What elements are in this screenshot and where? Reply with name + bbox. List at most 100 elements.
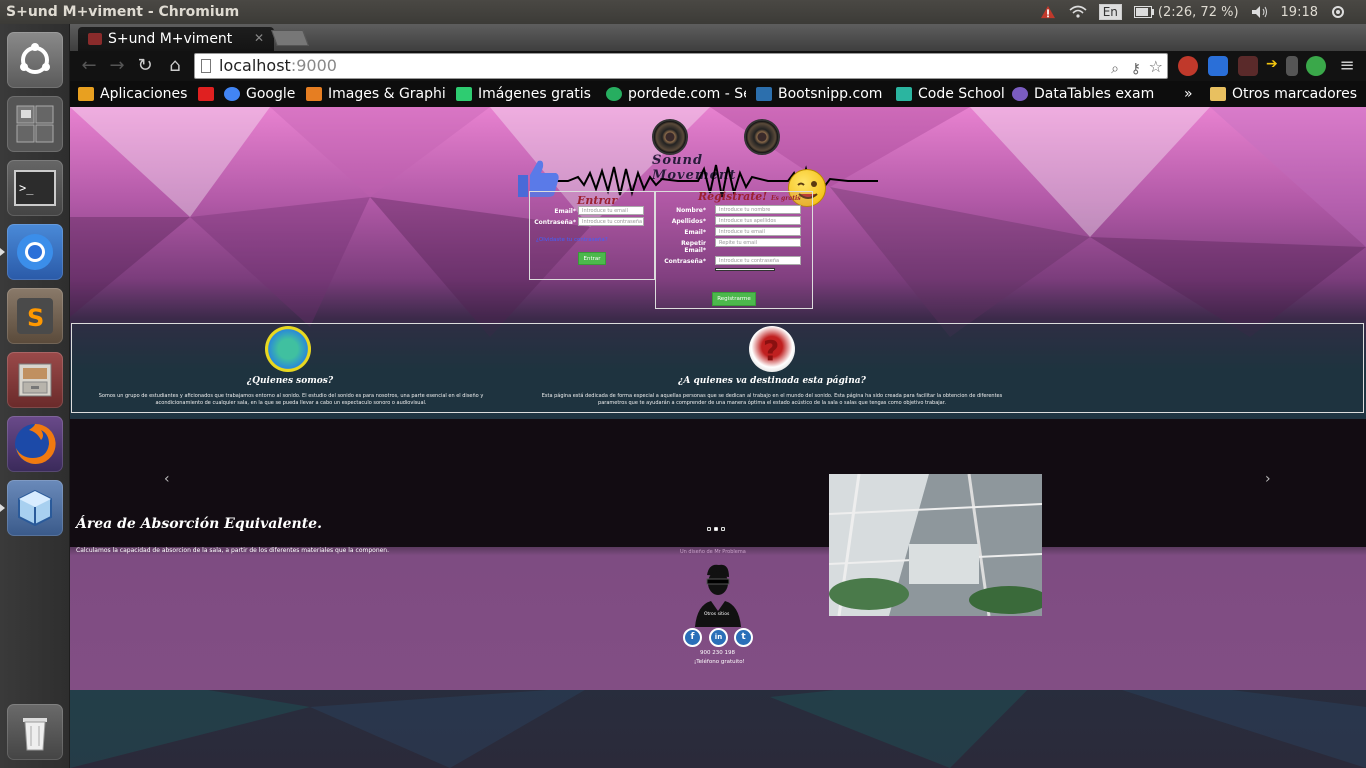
phone-number: 900 230 198: [700, 650, 735, 656]
os-top-panel: S+und M+viment - Chromium En (2:26, 72 %…: [0, 0, 1366, 24]
trash-launcher[interactable]: [7, 704, 63, 760]
register-surname-label: Apellidos*: [671, 218, 706, 225]
keyboard-layout-indicator[interactable]: En: [1098, 4, 1122, 20]
ubuntu-dash-button[interactable]: [7, 32, 63, 88]
clock[interactable]: 19:18: [1281, 5, 1318, 20]
window-extension-icon[interactable]: [1208, 56, 1228, 76]
register-email-label: Email*: [684, 229, 706, 236]
register-name-input[interactable]: Introduce tu nombre: [715, 205, 801, 214]
arrow-extension-icon[interactable]: ➔: [1266, 56, 1286, 76]
register-name-label: Nombre*: [676, 207, 706, 214]
workspace-switcher-button[interactable]: [7, 96, 63, 152]
register-repeat-email-input[interactable]: Repite tu email: [715, 238, 801, 247]
bookmark-youtube[interactable]: [198, 85, 216, 103]
speaker-icon: [744, 119, 780, 155]
reload-icon[interactable]: ↻: [134, 55, 156, 77]
login-password-input[interactable]: Introduce tu contraseña: [578, 217, 644, 226]
battery-indicator[interactable]: (2:26, 72 %): [1133, 5, 1239, 20]
linkedin-icon[interactable]: in: [709, 628, 728, 647]
terminal-icon: >_: [14, 170, 56, 206]
power-gear-icon[interactable]: [1330, 4, 1346, 20]
carousel-dot[interactable]: [721, 527, 725, 531]
new-tab-button[interactable]: [271, 30, 309, 46]
folder-icon: [1210, 87, 1226, 101]
warning-icon[interactable]: [1039, 5, 1057, 19]
terminal-launcher[interactable]: >_: [7, 160, 63, 216]
about-text-line-2: acondicionamiento de cualquier sala, en …: [155, 400, 427, 406]
forgot-password-link[interactable]: ¿Olvidaste tu contraseña?: [536, 237, 608, 243]
login-password-label: Contraseña*: [534, 219, 576, 226]
address-bar[interactable]: localhost:9000 ⌕ ⚷ ☆: [194, 53, 1168, 79]
battery-icon: [1133, 6, 1154, 18]
carousel-dot[interactable]: [707, 527, 711, 531]
system-indicators: En (2:26, 72 %) 19:18: [1039, 0, 1366, 24]
register-password-input[interactable]: Introduce tu contraseña: [715, 256, 801, 265]
author-avatar-icon[interactable]: [693, 561, 743, 627]
slide-image: [829, 474, 1042, 616]
menu-icon[interactable]: ≡: [1336, 55, 1358, 77]
virtualbox-launcher[interactable]: [0, 480, 63, 536]
svg-text:?: ?: [763, 334, 779, 367]
twitter-icon[interactable]: t: [734, 628, 753, 647]
browser-toolbar: ← → ↻ ⌂ localhost:9000 ⌕ ⚷ ☆ ➔ ≡: [70, 51, 1366, 81]
music-extension-icon[interactable]: [1238, 56, 1258, 76]
facebook-icon[interactable]: f: [683, 628, 702, 647]
bookmark-images-graphics[interactable]: Images & Graphic: [306, 85, 446, 103]
register-submit-button[interactable]: Registrarme: [712, 292, 756, 306]
firefox-icon: [15, 423, 56, 464]
key-icon[interactable]: ⚷: [1131, 57, 1141, 81]
login-submit-button[interactable]: Entrar: [578, 252, 606, 265]
bookmark-google[interactable]: Google: [224, 85, 296, 103]
url-port: :9000: [290, 56, 337, 75]
volume-icon[interactable]: [1251, 5, 1269, 19]
bookmark-bootsnipp[interactable]: Bootsnipp.com: [756, 85, 886, 103]
globe-extension-icon[interactable]: [1306, 56, 1326, 76]
bookmark-label: Imágenes gratis -: [478, 86, 592, 102]
bookmark-code-school[interactable]: Code School: [896, 85, 1008, 103]
bookmark-star-icon[interactable]: ☆: [1149, 55, 1163, 79]
login-form: Entrar Email* Introduce tu email Contras…: [529, 191, 655, 280]
bookmarks-overflow-chevron[interactable]: »: [1184, 85, 1198, 103]
bookmark-imagenes-gratis[interactable]: Imágenes gratis -: [456, 85, 592, 103]
bookmark-datatables[interactable]: DataTables exam: [1012, 85, 1154, 103]
register-repeat-email-label-2: Email*: [684, 247, 706, 254]
trash-icon: [23, 718, 47, 751]
register-email-input[interactable]: Introduce tu email: [715, 227, 801, 236]
pixabay-icon: [456, 87, 472, 101]
back-arrow-icon[interactable]: ←: [78, 55, 100, 77]
sublime-text-launcher[interactable]: S: [7, 288, 63, 344]
carousel-prev-button[interactable]: ‹: [164, 471, 170, 487]
carousel-next-button[interactable]: ›: [1265, 471, 1271, 487]
audience-text-line-1: Esta página está dedicada de forma espec…: [541, 393, 1003, 399]
code-brackets-icon: [896, 87, 912, 101]
tab-active[interactable]: S+und M+viment ✕: [78, 27, 274, 51]
search-icon[interactable]: ⌕: [1111, 57, 1119, 81]
youtube-icon: [198, 87, 214, 101]
bookmark-label: pordede.com - Se: [628, 86, 746, 102]
register-surname-input[interactable]: Introduce tus apellidos: [715, 216, 801, 225]
other-bookmarks-folder[interactable]: Otros marcadores: [1210, 85, 1366, 103]
chromium-icon: [17, 234, 53, 270]
wifi-icon[interactable]: [1069, 5, 1087, 19]
adblock-extension-icon[interactable]: [1178, 56, 1198, 76]
tab-close-icon[interactable]: ✕: [254, 31, 264, 45]
chromium-launcher[interactable]: [0, 224, 63, 280]
phone-note: ¡Teléfono gratuito!: [694, 659, 745, 665]
file-cabinet-launcher[interactable]: [7, 352, 63, 408]
bookmark-label: Aplicaciones: [100, 86, 188, 102]
carousel-dot-active[interactable]: [714, 527, 718, 531]
page-icon: [201, 59, 211, 73]
register-title-main: Registrate!: [698, 190, 768, 203]
pordede-icon: [606, 87, 622, 101]
password-strength-bar: [715, 268, 775, 271]
tab-title: S+und M+viment: [108, 31, 233, 47]
login-email-input[interactable]: Introduce tu email: [578, 206, 644, 215]
forward-arrow-icon[interactable]: →: [106, 55, 128, 77]
extension-icon[interactable]: [1286, 56, 1298, 76]
bookmark-apps[interactable]: Aplicaciones: [78, 85, 188, 103]
site-logo[interactable]: Sound Movement: [648, 119, 788, 183]
home-icon[interactable]: ⌂: [164, 55, 186, 77]
v-logo-icon: [306, 87, 322, 101]
firefox-launcher[interactable]: [7, 416, 63, 472]
bookmark-pordede[interactable]: pordede.com - Se: [606, 85, 746, 103]
